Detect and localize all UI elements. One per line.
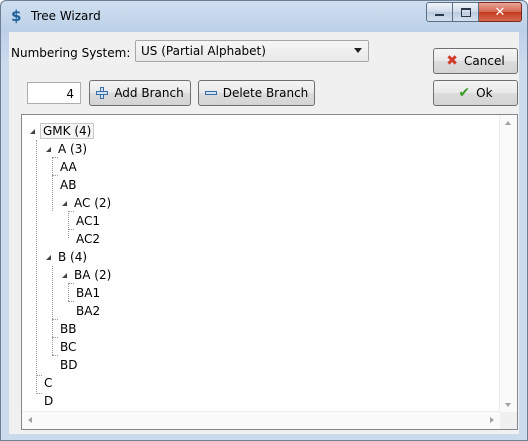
tree-node-d[interactable]: D	[42, 393, 55, 410]
title-bar[interactable]: $ Tree Wizard ✕	[1, 1, 527, 31]
tree-node-label: BD	[60, 358, 78, 372]
tree-node-ac2[interactable]: AC2	[74, 231, 102, 248]
scroll-left-arrow-icon[interactable]	[28, 417, 32, 423]
tree-node-label: BC	[60, 340, 77, 354]
tree-connector	[52, 266, 53, 355]
tree-node-label: AC2	[76, 232, 101, 246]
tree-wizard-window: $ Tree Wizard ✕ Numbering System: US (Pa…	[0, 0, 528, 441]
branch-count-value: 4	[66, 87, 74, 101]
branch-tree-view[interactable]: GMK (4) A (3) AA AB AC (2) AC1 AC2 B (4)…	[21, 114, 518, 430]
tree-node-label: BA2	[76, 304, 101, 318]
expanded-triangle-icon[interactable]	[46, 147, 51, 152]
tree-node-ba2[interactable]: BA2	[74, 303, 102, 320]
scroll-down-arrow-icon[interactable]	[505, 403, 511, 407]
tree-node-ac1[interactable]: AC1	[74, 213, 102, 230]
tree-node-label: AC1	[76, 214, 101, 228]
expanded-triangle-icon[interactable]	[62, 201, 67, 206]
scrollbar-corner	[500, 412, 517, 429]
tree-node-label: AC (2)	[74, 196, 112, 210]
ok-button-label: Ok	[476, 86, 493, 100]
tree-node-label: AA	[60, 160, 77, 174]
close-icon: ✕	[494, 4, 506, 20]
window-title: Tree Wizard	[31, 9, 101, 23]
cancel-button-label: Cancel	[464, 54, 505, 68]
tree-node-label: BA (2)	[74, 268, 112, 282]
minus-icon	[204, 91, 217, 95]
add-branch-label: Add Branch	[114, 86, 184, 100]
add-branch-button[interactable]: Add Branch	[89, 80, 191, 106]
tree-connector	[36, 140, 37, 394]
tree-wizard-app-icon: $	[11, 7, 22, 25]
tree-node-gmk[interactable]: GMK (4)	[30, 123, 95, 140]
tree-node-label: AB	[60, 178, 77, 192]
tree-node-a[interactable]: A (3)	[46, 141, 89, 158]
horizontal-scrollbar[interactable]	[22, 411, 500, 429]
scroll-right-arrow-icon[interactable]	[490, 417, 494, 423]
tree-connector	[68, 284, 69, 301]
branch-count-input[interactable]: 4	[27, 82, 81, 104]
maximize-icon	[460, 7, 471, 17]
tree-node-ba[interactable]: BA (2)	[62, 267, 113, 284]
numbering-system-dropdown[interactable]: US (Partial Alphabet)	[135, 40, 369, 62]
expanded-triangle-icon[interactable]	[62, 273, 67, 278]
tree-node-label: D	[44, 394, 54, 408]
cancel-button[interactable]: ✖ Cancel	[433, 48, 518, 74]
maximize-button[interactable]	[453, 2, 479, 22]
expanded-triangle-icon[interactable]	[30, 129, 35, 134]
checkmark-icon: ✔	[458, 85, 471, 101]
close-button[interactable]: ✕	[479, 2, 522, 22]
tree-node-c[interactable]: C	[42, 375, 54, 392]
plus-icon	[96, 87, 109, 99]
numbering-system-value: US (Partial Alphabet)	[141, 44, 266, 58]
tree-node-ac[interactable]: AC (2)	[62, 195, 113, 212]
tree-node-label: C	[44, 376, 53, 390]
tree-connector	[52, 158, 53, 211]
tree-node-ba1[interactable]: BA1	[74, 285, 102, 302]
tree-node-label: GMK (4)	[40, 123, 95, 139]
caption-buttons: ✕	[426, 2, 522, 22]
tree-connector	[52, 319, 58, 320]
ok-button[interactable]: ✔ Ok	[433, 80, 518, 106]
delete-branch-button[interactable]: Delete Branch	[198, 80, 315, 106]
scroll-up-arrow-icon[interactable]	[505, 121, 511, 125]
tree-node-label: B (4)	[58, 250, 88, 264]
tree-node-bb[interactable]: BB	[58, 321, 78, 338]
tree-node-ab[interactable]: AB	[58, 177, 78, 194]
tree-connector	[68, 211, 69, 238]
minimize-icon	[435, 14, 444, 16]
tree-node-b[interactable]: B (4)	[46, 249, 89, 266]
tree-node-label: BA1	[76, 286, 101, 300]
dialog-client-area: Numbering System: US (Partial Alphabet) …	[9, 32, 519, 434]
minimize-button[interactable]	[426, 2, 453, 22]
numbering-system-label: Numbering System:	[11, 46, 131, 60]
tree-content: GMK (4) A (3) AA AB AC (2) AC1 AC2 B (4)…	[22, 115, 500, 413]
tree-node-label: BB	[60, 322, 77, 336]
cancel-x-icon: ✖	[446, 53, 459, 69]
tree-node-bc[interactable]: BC	[58, 339, 78, 356]
tree-node-bd[interactable]: BD	[58, 357, 79, 374]
tree-node-label: A (3)	[58, 142, 88, 156]
delete-branch-label: Delete Branch	[222, 86, 309, 100]
expanded-triangle-icon[interactable]	[46, 255, 51, 260]
tree-node-aa[interactable]: AA	[58, 159, 79, 176]
vertical-scrollbar[interactable]	[499, 115, 517, 413]
chevron-down-icon	[354, 48, 362, 53]
